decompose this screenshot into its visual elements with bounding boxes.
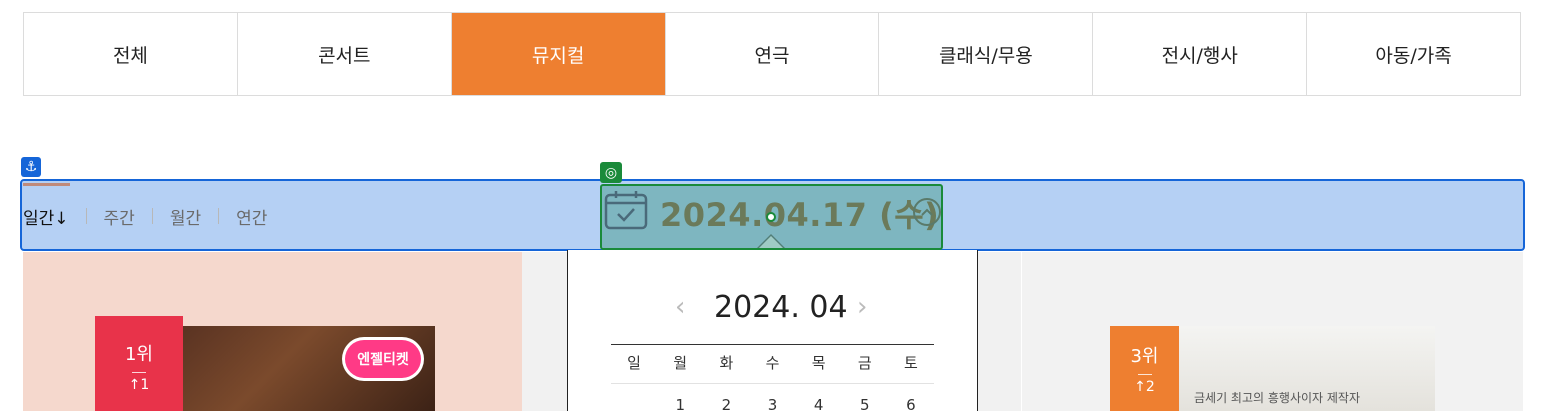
period-yearly[interactable]: 연간 (236, 204, 267, 229)
tab-play[interactable]: 연극 (666, 13, 880, 95)
anchor-icon: ⚓ (21, 157, 41, 177)
rank-badge: 1위 ↑1 (95, 316, 183, 411)
weekday-header: 일 월 화 수 목 금 토 (611, 344, 934, 384)
rank-number: 3위 (1130, 346, 1159, 367)
calendar-day (611, 396, 657, 414)
rank-change: ↑2 (1134, 379, 1155, 395)
period-weekly[interactable]: 주간 (104, 204, 135, 229)
weekday-label: 금 (857, 354, 872, 372)
target-icon: ◎ (600, 162, 622, 183)
poster-caption: 금세기 최고의 흥행사이자 제작자 (1194, 391, 1361, 405)
period-daily[interactable]: 일간↓ (23, 204, 69, 229)
chevron-up-icon (921, 208, 933, 216)
calendar-month: 2024. 04 (714, 290, 848, 325)
tab-exhibition-event[interactable]: 전시/행사 (1093, 13, 1308, 95)
weekday-label: 화 (719, 354, 734, 372)
divider (1137, 374, 1152, 375)
divider (218, 208, 220, 224)
calendar-day[interactable]: 4 (796, 396, 842, 414)
calendar-day[interactable]: 2 (703, 396, 749, 414)
calendar-day[interactable]: 5 (842, 396, 888, 414)
calendar-day[interactable]: 6 (888, 396, 934, 414)
tab-concert[interactable]: 콘서트 (238, 13, 452, 95)
selected-date: 2024.04.17 (수) (660, 196, 940, 234)
period-monthly[interactable]: 월간 (170, 204, 201, 229)
calendar-day[interactable]: 1 (657, 396, 703, 414)
weekday-label: 토 (904, 354, 918, 372)
divider (85, 208, 87, 224)
rank-badge: 3위 ↑2 (1110, 326, 1179, 411)
angel-ticket-badge: 엔젤티켓 (345, 340, 421, 378)
rank-number: 1위 (124, 344, 153, 365)
calendar-week-row: 1 2 3 4 5 6 (611, 396, 934, 414)
next-month-button[interactable]: › (857, 292, 867, 322)
divider (151, 208, 153, 224)
weekday-label: 일 (627, 354, 641, 372)
tab-kids-family[interactable]: 아동/가족 (1307, 13, 1520, 95)
weekday-label: 목 (811, 354, 826, 372)
calendar-day[interactable]: 3 (749, 396, 795, 414)
tab-musical[interactable]: 뮤지컬 (451, 13, 666, 95)
weekday-label: 수 (765, 354, 780, 372)
tab-all[interactable]: 전체 (24, 13, 238, 95)
prev-month-button[interactable]: ‹ (675, 292, 685, 322)
tab-classic-dance[interactable]: 클래식/무용 (879, 13, 1094, 95)
period-tabs: 일간↓ 주간 월간 연간 (23, 202, 267, 230)
calendar-icon (604, 191, 648, 230)
calendar-dropdown (567, 250, 978, 411)
weekday-label: 월 (673, 354, 688, 372)
active-period-underline (23, 183, 70, 186)
genre-tabs: 전체 콘서트 뮤지컬 연극 클래식/무용 전시/행사 아동/가족 (23, 12, 1521, 96)
divider (132, 372, 146, 373)
rank-change: ↑1 (128, 377, 150, 393)
collapse-button[interactable] (913, 198, 941, 226)
target-point (766, 212, 776, 222)
